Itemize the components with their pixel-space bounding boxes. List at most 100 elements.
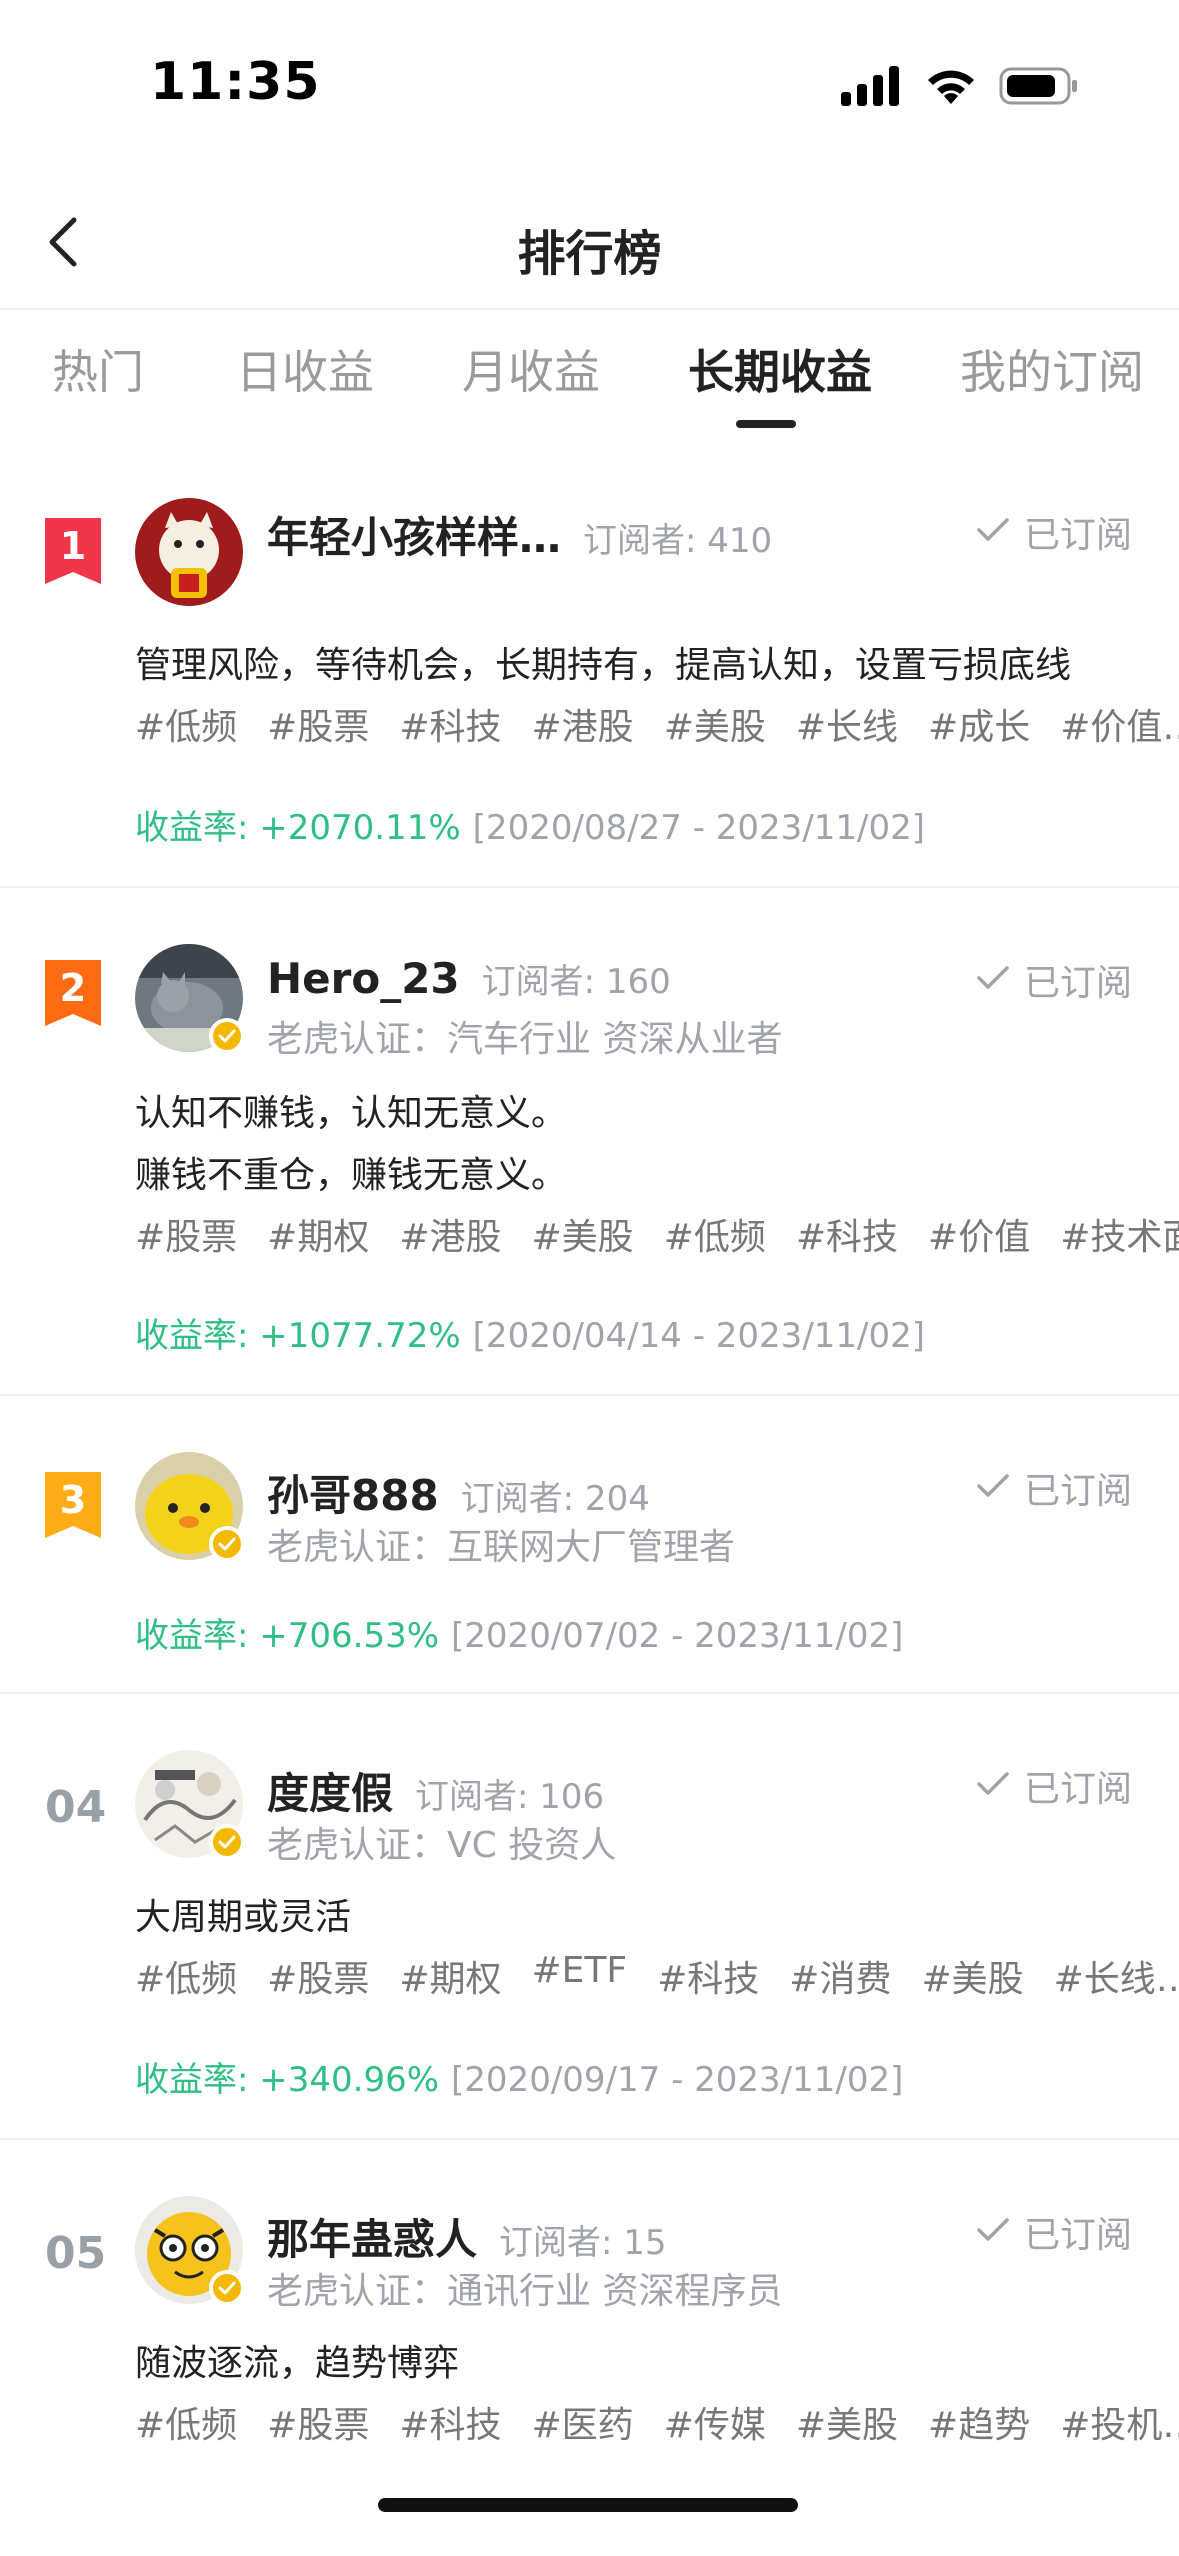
verified-badge-icon <box>209 2270 245 2306</box>
yield-value: +1077.72% <box>259 1316 461 1356</box>
user-name[interactable]: Hero_23 <box>267 954 460 1003</box>
tag[interactable]: #消费 <box>789 1950 891 2002</box>
list-item[interactable]: 3 孙哥888 订阅者: 204 已订阅 老虎认证：互联网大厂管理者 收益率: … <box>0 1396 1179 1694</box>
date-range: [2020/09/17 - 2023/11/02] <box>451 2060 904 2100</box>
subscribed-button[interactable]: 已订阅 <box>976 2206 1132 2258</box>
strategy-description: 大周期或灵活 <box>135 1897 352 1938</box>
tag[interactable]: #科技 <box>399 2396 501 2448</box>
strategy-description: 管理风险，等待机会，长期持有，提高认知，设置亏损底线 <box>135 645 1072 686</box>
tag[interactable]: #投机… <box>1060 2396 1179 2448</box>
tab-my-subscriptions[interactable]: 我的订阅 <box>960 336 1144 402</box>
tag[interactable]: #低频 <box>664 1208 766 1260</box>
home-indicator <box>378 2498 798 2512</box>
verified-badge-icon <box>209 1824 245 1860</box>
tag[interactable]: #低频 <box>135 1950 237 2002</box>
subscribed-label: 已订阅 <box>1023 2215 1132 2256</box>
page-title: 排行榜 <box>517 226 662 282</box>
user-name[interactable]: 孙哥888 <box>267 1462 439 1523</box>
rank-badge: 2 <box>45 960 101 1026</box>
subscribed-label: 已订阅 <box>1023 1471 1132 1512</box>
rank-number: 3 <box>59 1478 87 1522</box>
list-item[interactable]: 05 那年蛊惑人 订阅者: 15 已订阅 老虎认证：通讯行业 资深程序员 随波逐… <box>0 2140 1179 2500</box>
name-line: 年轻小孩样样… 订阅者: 410 <box>267 504 772 565</box>
name-line: 度度假 订阅者: 106 <box>267 1760 604 1821</box>
tag[interactable]: #美股 <box>664 698 766 750</box>
certification-text: 老虎认证：VC 投资人 <box>267 1825 617 1866</box>
yield-line: 收益率: +2070.11% [2020/08/27 - 2023/11/02] <box>135 800 925 849</box>
list-item[interactable]: 04 度度假 订阅者: 106 已订阅 老虎认证：VC 投资人 大周期或灵活 #… <box>0 1694 1179 2140</box>
subscribed-button[interactable]: 已订阅 <box>976 1462 1132 1514</box>
tab-bar: 热门 日收益 月收益 长期收益 我的订阅 <box>0 312 1179 432</box>
tag[interactable]: #技术面 <box>1060 1208 1179 1260</box>
wifi-icon <box>925 66 977 110</box>
tag[interactable]: #价值… <box>1060 698 1179 750</box>
status-bar: 11:35 <box>0 0 1179 170</box>
list-item[interactable]: 2 Hero_23 订阅者: 160 已订阅 老虎认证：汽车行业 资深从业者 认… <box>0 888 1179 1396</box>
tag[interactable]: #趋势 <box>928 2396 1030 2448</box>
tag[interactable]: #股票 <box>135 1208 237 1260</box>
subscriber-count: 订阅者: 204 <box>460 1479 650 1519</box>
tag[interactable]: #股票 <box>267 2396 369 2448</box>
tab-daily-yield[interactable]: 日收益 <box>236 336 374 402</box>
subscribed-button[interactable]: 已订阅 <box>976 506 1132 558</box>
user-name[interactable]: 度度假 <box>267 1760 393 1821</box>
subscribed-label: 已订阅 <box>1023 515 1132 556</box>
tag[interactable]: #低频 <box>135 698 237 750</box>
tag-list: #股票 #期权 #港股 #美股 #低频 #科技 #价值 #技术面 <box>135 1208 1179 1260</box>
tag[interactable]: #ETF <box>532 1950 628 2002</box>
tag[interactable]: #传媒 <box>664 2396 766 2448</box>
user-name[interactable]: 那年蛊惑人 <box>267 2206 477 2267</box>
battery-icon <box>999 66 1079 110</box>
certification-text: 老虎认证：互联网大厂管理者 <box>267 1527 736 1568</box>
yield-value: +2070.11% <box>259 808 461 848</box>
status-time: 11:35 <box>150 52 321 112</box>
rank-number: 04 <box>45 1782 107 1833</box>
yield-label: 收益率: <box>135 2060 260 2100</box>
tag[interactable]: #科技 <box>657 1950 759 2002</box>
tag[interactable]: #医药 <box>532 2396 634 2448</box>
rank-badge: 1 <box>45 518 101 584</box>
user-name[interactable]: 年轻小孩样样… <box>267 504 561 565</box>
tag[interactable]: #港股 <box>399 1208 501 1260</box>
tag[interactable]: #科技 <box>796 1208 898 1260</box>
subscriber-count: 订阅者: 160 <box>481 962 671 1002</box>
name-line: 那年蛊惑人 订阅者: 15 <box>267 2206 667 2267</box>
yield-line: 收益率: +1077.72% [2020/04/14 - 2023/11/02] <box>135 1308 925 1357</box>
tag[interactable]: #长线… <box>1054 1950 1179 2002</box>
tag[interactable]: #期权 <box>399 1950 501 2002</box>
avatar[interactable] <box>135 498 243 606</box>
rank-number: 1 <box>59 524 87 568</box>
subscribed-button[interactable]: 已订阅 <box>976 1760 1132 1812</box>
tag[interactable]: #股票 <box>267 1950 369 2002</box>
verified-badge-icon <box>209 1526 245 1562</box>
tag[interactable]: #港股 <box>532 698 634 750</box>
subscriber-count: 订阅者: 15 <box>499 2223 667 2263</box>
tag[interactable]: #美股 <box>532 1208 634 1260</box>
subscribed-button[interactable]: 已订阅 <box>976 954 1132 1006</box>
tag[interactable]: #美股 <box>921 1950 1023 2002</box>
certification-text: 老虎认证：汽车行业 资深从业者 <box>267 1019 783 1060</box>
subscribed-label: 已订阅 <box>1023 1769 1132 1810</box>
tag-list: #低频 #股票 #科技 #港股 #美股 #长线 #成长 #价值… <box>135 698 1179 750</box>
tag[interactable]: #科技 <box>399 698 501 750</box>
yield-line: 收益率: +340.96% [2020/09/17 - 2023/11/02] <box>135 2052 903 2101</box>
tag[interactable]: #价值 <box>928 1208 1030 1260</box>
checkmark-icon <box>976 960 1010 1001</box>
tag[interactable]: #长线 <box>796 698 898 750</box>
tab-monthly-yield[interactable]: 月收益 <box>462 336 600 402</box>
checkmark-icon <box>976 1468 1010 1509</box>
yield-label: 收益率: <box>135 1616 260 1656</box>
tag[interactable]: #低频 <box>135 2396 237 2448</box>
tag[interactable]: #股票 <box>267 698 369 750</box>
tab-hot[interactable]: 热门 <box>52 336 144 402</box>
list-item[interactable]: 1 年轻小孩样样… 订阅者: 410 已订阅 管理风险，等待机会，长期持有，提高… <box>0 432 1179 888</box>
tag[interactable]: #期权 <box>267 1208 369 1260</box>
rank-badge: 3 <box>45 1472 101 1538</box>
tab-long-term-yield[interactable]: 长期收益 <box>688 336 872 402</box>
checkmark-icon <box>976 1766 1010 1807</box>
tag[interactable]: #美股 <box>796 2396 898 2448</box>
cellular-signal-icon <box>841 66 903 110</box>
name-line: 孙哥888 订阅者: 204 <box>267 1462 650 1523</box>
tag[interactable]: #成长 <box>928 698 1030 750</box>
yield-line: 收益率: +706.53% [2020/07/02 - 2023/11/02] <box>135 1608 903 1657</box>
